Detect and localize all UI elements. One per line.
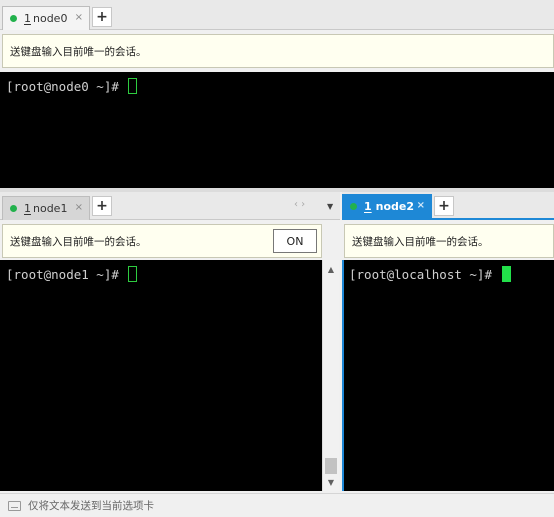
keyboard-icon [8, 500, 21, 511]
terminal-line: [root@node0 ~]# [6, 78, 138, 94]
prompt-text: [root@node0 ~]# [6, 79, 127, 94]
status-text: 仅将文本发送到当前选项卡 [28, 500, 154, 512]
terminal-node1[interactable]: [root@node1 ~]# [0, 260, 322, 491]
broadcast-bar: 送键盘输入目前唯一的会话。 [2, 34, 554, 68]
tab-node1[interactable]: 1 node1 × [2, 196, 90, 220]
connection-status-icon [10, 15, 17, 22]
tab-node0[interactable]: 1 node0 × [2, 6, 90, 30]
broadcast-text: 送键盘输入目前唯一的会话。 [10, 45, 147, 58]
scroll-thumb[interactable] [325, 458, 337, 474]
new-tab-button[interactable]: + [92, 196, 112, 216]
terminal-line: [root@localhost ~]# [349, 266, 511, 282]
broadcast-bar: 送键盘输入目前唯一的会话。 ON [2, 224, 322, 258]
terminal-scrollbar[interactable]: ▲ ▼ [322, 260, 339, 491]
new-tab-button[interactable]: + [92, 7, 112, 27]
connection-status-icon [10, 205, 17, 212]
terminal-node2[interactable]: [root@localhost ~]# [342, 260, 554, 491]
tab-name: node2 [375, 200, 415, 213]
tab-scroll-arrows[interactable]: ‹ › [294, 199, 305, 210]
terminal-node0[interactable]: [root@node0 ~]# [0, 72, 554, 188]
terminal-line: [root@node1 ~]# [6, 266, 138, 282]
broadcast-text: 送键盘输入目前唯一的会话。 [10, 235, 147, 248]
connection-status-icon [350, 203, 357, 210]
tab-number: 1 [24, 202, 31, 215]
tab-number: 1 [24, 12, 31, 25]
tab-name: node0 [33, 12, 68, 25]
tab-number: 1 [364, 200, 372, 213]
broadcast-on-button[interactable]: ON [273, 229, 317, 253]
close-tab-icon[interactable]: × [75, 12, 83, 23]
tab-node2[interactable]: 1 node2 × [342, 194, 432, 218]
cursor [501, 266, 511, 282]
close-tab-icon[interactable]: × [75, 202, 83, 213]
scroll-up-icon[interactable]: ▲ [323, 262, 339, 276]
tab-name: node1 [33, 202, 68, 215]
broadcast-text: 送键盘输入目前唯一的会话。 [352, 235, 489, 248]
cursor [128, 78, 138, 94]
close-tab-icon[interactable]: × [417, 200, 425, 211]
status-bar: 仅将文本发送到当前选项卡 [0, 493, 554, 517]
left-tab-bar: 1 node1 × + ‹ › ▼ [0, 192, 340, 220]
right-tab-bar: 1 node2 × + [342, 192, 554, 220]
cursor [128, 266, 138, 282]
tab-list-dropdown-icon[interactable]: ▼ [327, 202, 333, 211]
broadcast-bar: 送键盘输入目前唯一的会话。 [344, 224, 554, 258]
prompt-text: [root@localhost ~]# [349, 267, 500, 282]
top-tab-bar: 1 node0 × + [0, 0, 554, 30]
prompt-text: [root@node1 ~]# [6, 267, 127, 282]
new-tab-button[interactable]: + [434, 196, 454, 216]
scroll-down-icon[interactable]: ▼ [323, 475, 339, 489]
